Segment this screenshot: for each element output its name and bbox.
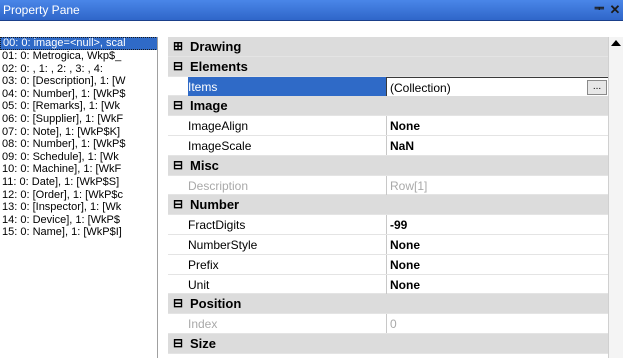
pin-icon[interactable]: ᆍ [592,2,606,17]
title-bar: Property Pane ᆍ ✕ [0,0,623,21]
property-value-cell[interactable]: None [386,234,608,254]
category-row[interactable]: ⊟ Position [168,294,608,315]
property-value: None [390,119,420,134]
property-value: (Collection) [390,80,451,95]
list-item[interactable]: 02: 0: , 1: , 2: , 3: , 4: [0,63,157,76]
vertical-scrollbar[interactable] [608,37,623,358]
property-value-cell[interactable]: NaN [386,135,608,155]
property-row[interactable]: Prefix None [168,254,608,275]
list-item[interactable]: 05: 0: [Remarks], 1: [Wk [0,100,157,113]
property-value-cell[interactable]: -99 [386,215,608,235]
list-item[interactable]: 12: 0: [Order], 1: [WkP$c [0,189,157,202]
collapse-icon[interactable]: ⊟ [171,97,185,113]
list-item[interactable]: 15: 0: Name], 1: [WkP$I] [0,226,157,239]
category-row[interactable]: ⊟ Size [168,333,608,354]
property-value: None [390,237,420,252]
property-row[interactable]: Index 0 [168,314,608,334]
list-item[interactable]: 08: 0: Number], 1: [WkP$ [0,138,157,151]
category-row[interactable]: ⊟ Misc [168,155,608,176]
collapse-icon[interactable]: ⊟ [171,196,185,212]
property-row[interactable]: Items (Collection)... [168,76,608,98]
ellipsis-button[interactable]: ... [587,79,607,95]
property-row[interactable]: Unit None [168,274,608,295]
property-row[interactable]: NumberStyle None [168,234,608,255]
property-row[interactable]: ImageAlign None [168,116,608,136]
collapse-icon[interactable]: ⊟ [171,58,185,74]
property-grid[interactable]: ⊞ Drawing ⊟ Elements Items (Collection)... ⊟ Im… [168,37,608,358]
category-label: Number [190,197,240,213]
list-item[interactable]: 09: 0: Schedule], 1: [Wk [0,151,157,164]
category-label: Image [190,98,228,114]
category-label: Size [190,335,217,351]
category-row[interactable]: ⊞ Drawing [168,37,608,57]
list-item[interactable]: 00: 0: image=<null>, scal [0,37,157,50]
collapse-icon[interactable]: ⊟ [171,295,185,311]
property-value: -99 [390,218,408,233]
window-title: Property Pane [3,3,80,17]
list-item[interactable]: 14: 0: Device], 1: [WkP$ [0,214,157,227]
property-name: FractDigits [188,218,246,233]
list-item[interactable]: 04: 0: Number], 1: [WkP$ [0,88,157,101]
property-value-cell[interactable]: (Collection)... [386,76,608,98]
list-item[interactable]: 13: 0: [Inspector], 1: [Wk [0,201,157,214]
property-value-cell[interactable]: None [386,116,608,136]
property-value: 0 [390,317,397,332]
list-item[interactable]: 01: 0: Metrogica, Wkp$_ [0,50,157,63]
property-name: Prefix [188,257,219,272]
category-label: Drawing [190,39,242,54]
property-value-cell[interactable]: 0 [386,314,608,334]
close-icon[interactable]: ✕ [608,2,622,17]
category-label: Position [190,296,242,312]
collapse-icon[interactable]: ⊟ [171,335,185,351]
property-name: Items [188,79,218,94]
list-item[interactable]: 07: 0: Note], 1: [WkP$K] [0,126,157,139]
list-item[interactable]: 03: 0: [Description], 1: [W [0,75,157,88]
scroll-up-arrow-icon[interactable] [611,40,621,46]
property-name: ImageAlign [188,119,249,134]
expand-icon[interactable]: ⊞ [171,38,185,54]
property-row[interactable]: ImageScale NaN [168,135,608,156]
property-value-cell[interactable]: None [386,254,608,274]
property-value: None [390,277,420,292]
category-row[interactable]: ⊟ Number [168,195,608,216]
property-value: NaN [390,138,415,153]
property-row[interactable]: Description Row[1] [168,175,608,196]
property-name: Index [188,317,218,332]
property-value: Row[1] [390,178,428,193]
property-name: ImageScale [188,138,252,153]
property-name: Description [188,178,249,193]
property-value: None [390,257,420,272]
category-label: Elements [190,58,248,74]
selected-name-highlight [188,76,386,96]
property-value-cell[interactable]: None [386,274,608,294]
property-row[interactable]: FractDigits -99 [168,215,608,235]
list-item[interactable]: 11: 0: Date], 1: [WkP$S] [0,176,157,189]
property-name: NumberStyle [188,237,258,252]
category-row[interactable]: ⊟ Image [168,96,608,117]
property-name: Unit [188,277,210,292]
list-item[interactable]: 06: 0: [Supplier], 1: [WkF [0,113,157,126]
object-list[interactable]: 00: 0: image=<null>, scal 01: 0: Metrogic… [0,37,158,358]
property-value-cell[interactable]: Row[1] [386,175,608,195]
collapse-icon[interactable]: ⊟ [171,157,185,173]
list-item[interactable]: 10: 0: Machine], 1: [WkF [0,163,157,176]
category-row[interactable]: ⊟ Elements [168,56,608,77]
category-label: Misc [190,157,219,173]
